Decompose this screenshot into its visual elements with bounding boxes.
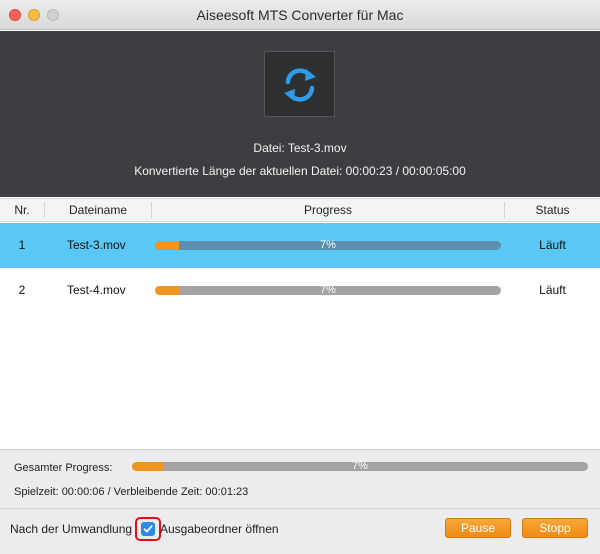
window-title: Aiseesoft MTS Converter für Mac <box>196 7 404 23</box>
after-conversion-label: Nach der Umwandlung <box>10 522 133 536</box>
row-progress-bar: 7% <box>155 239 501 251</box>
row-progress-text: 7% <box>320 284 336 296</box>
open-output-folder-label[interactable]: Ausgabeordner öffnen <box>160 522 279 536</box>
row-number: 1 <box>18 238 26 252</box>
table-row[interactable]: 2 Test-4.mov 7% Läuft <box>0 268 600 313</box>
overall-progress-bar: 7% <box>132 460 588 472</box>
divider <box>0 508 600 509</box>
row-filename: Test-4.mov <box>67 283 126 297</box>
column-header-status[interactable]: Status <box>505 199 600 221</box>
row-status: Läuft <box>539 283 566 297</box>
row-status: Läuft <box>539 238 566 252</box>
refresh-icon <box>284 68 316 102</box>
column-header-progress[interactable]: Progress <box>152 199 504 221</box>
row-progress-text: 7% <box>320 239 336 251</box>
title-bar: Aiseesoft MTS Converter für Mac <box>0 0 600 30</box>
open-folder-checkbox[interactable] <box>141 522 155 536</box>
current-file-label: Datei: Test-3.mov <box>253 141 347 155</box>
checkmark-icon <box>143 525 153 533</box>
overall-progress-label: Gesamter Progress: <box>14 462 113 474</box>
table-header: Nr. Dateiname Progress Status <box>0 198 600 222</box>
row-number: 2 <box>18 283 26 297</box>
column-header-nr[interactable]: Nr. <box>0 199 44 221</box>
table-row[interactable]: 1 Test-3.mov 7% Läuft <box>0 223 600 268</box>
time-info: Spielzeit: 00:00:06 / Verbleibende Zeit:… <box>14 486 249 498</box>
overall-progress-text: 7% <box>352 460 368 472</box>
convert-animation-box <box>264 51 335 117</box>
row-progress-bar: 7% <box>155 284 501 296</box>
pause-button[interactable]: Pause <box>445 518 511 538</box>
row-filename: Test-3.mov <box>67 238 126 252</box>
converted-length-label: Konvertierte Länge der aktuellen Datei: … <box>134 164 466 178</box>
bottom-panel: Gesamter Progress: 7% Spielzeit: 00:00:0… <box>0 449 600 554</box>
open-folder-checkbox-highlight <box>135 517 161 541</box>
conversion-info-panel: Datei: Test-3.mov Konvertierte Länge der… <box>0 31 600 197</box>
stop-button[interactable]: Stopp <box>522 518 588 538</box>
column-header-filename[interactable]: Dateiname <box>45 199 151 221</box>
